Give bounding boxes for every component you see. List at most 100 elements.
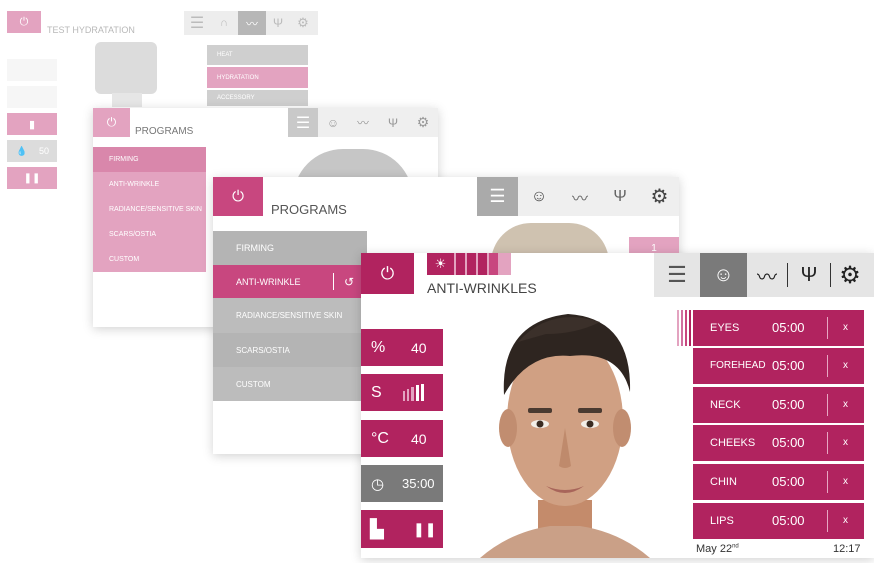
zone-row-cheeks[interactable]: CHEEKS 05:00 x bbox=[693, 425, 864, 461]
toolbar: ☰ ☺ 〰 Ψ ⚙ bbox=[654, 253, 874, 297]
menu-item-custom[interactable]: CUSTOM bbox=[93, 247, 206, 272]
sun-icon: ☀ bbox=[427, 253, 454, 275]
close-icon[interactable]: x bbox=[843, 348, 848, 384]
menu-item-radiance[interactable]: RADIANCE/SENSITIVE SKIN bbox=[213, 298, 367, 333]
percent-icon: % bbox=[371, 338, 386, 356]
menu-item-anti-wrinkle[interactable]: ANTI-WRINKLE bbox=[93, 172, 206, 197]
zone-name: EYES bbox=[710, 322, 740, 334]
close-icon[interactable]: x bbox=[843, 503, 848, 539]
zone-time: 05:00 bbox=[772, 397, 805, 412]
menu-icon[interactable]: ☰ bbox=[184, 11, 210, 35]
clock-label: 12:17 bbox=[833, 543, 861, 555]
timer-value: 35:00 bbox=[402, 476, 435, 491]
gear-icon[interactable]: ⚙ bbox=[290, 11, 316, 35]
bar-segment bbox=[456, 253, 465, 275]
undo-icon[interactable]: ↺ bbox=[344, 275, 354, 289]
usb-icon[interactable]: Ψ bbox=[600, 177, 640, 216]
pause-button[interactable]: ❚❚ bbox=[7, 167, 57, 189]
page-title: PROGRAMS bbox=[271, 202, 347, 217]
close-icon[interactable]: x bbox=[843, 387, 848, 423]
face-icon[interactable]: ☺ bbox=[700, 253, 747, 297]
menu-icon[interactable]: ☰ bbox=[288, 108, 318, 137]
zone-time: 05:00 bbox=[772, 320, 805, 335]
zone-name: FOREHEAD bbox=[710, 360, 766, 371]
temperature-value: 40 bbox=[411, 430, 427, 447]
menu-item-heat[interactable]: HEAT bbox=[207, 45, 308, 65]
zone-row-eyes[interactable]: EYES 05:00 x bbox=[693, 310, 864, 346]
menu-item-radiance[interactable]: RADIANCE/SENSITIVE SKIN bbox=[93, 197, 206, 222]
menu-item-firming[interactable]: FIRMING bbox=[213, 231, 367, 265]
zone-time: 05:00 bbox=[772, 513, 805, 528]
power-button[interactable]: ⏻ bbox=[213, 177, 263, 216]
menu-item-custom[interactable]: CUSTOM bbox=[213, 367, 367, 401]
zone-row-lips[interactable]: LIPS 05:00 x bbox=[693, 503, 864, 539]
face-icon[interactable]: ☺ bbox=[318, 108, 348, 137]
gear-icon[interactable]: ⚙ bbox=[831, 253, 869, 297]
menu-item-anti-wrinkle[interactable]: ANTI-WRINKLE ↺ bbox=[213, 265, 367, 298]
face-icon[interactable]: ∩ bbox=[210, 11, 238, 35]
zone-name: NECK bbox=[710, 399, 741, 411]
timer-control[interactable]: ◷ 35:00 bbox=[361, 465, 443, 502]
power-button[interactable]: ⏻ bbox=[361, 253, 414, 294]
scroll-indicator[interactable] bbox=[677, 310, 692, 346]
menu-icon[interactable]: ☰ bbox=[477, 177, 518, 216]
clock-icon: ◷ bbox=[371, 475, 385, 493]
usb-icon[interactable]: Ψ bbox=[378, 108, 408, 137]
drop-icon: 💧 bbox=[16, 145, 28, 156]
level-control[interactable]: 💧 50 bbox=[7, 140, 57, 162]
accessory-button[interactable]: ▮ bbox=[7, 113, 57, 135]
zone-name: LIPS bbox=[710, 515, 734, 527]
power-button[interactable]: ⏻ bbox=[93, 108, 130, 137]
temperature-icon: °C bbox=[371, 429, 389, 447]
speed-control[interactable]: S bbox=[361, 374, 443, 411]
page-title: PROGRAMS bbox=[135, 126, 194, 137]
pause-button[interactable]: ❚❚ bbox=[413, 521, 436, 538]
menu-item-hydratation[interactable]: HYDRATATION bbox=[207, 67, 308, 88]
pulse-icon[interactable]: 〰 bbox=[348, 108, 378, 137]
percent-value: 40 bbox=[411, 339, 427, 356]
percent-control[interactable]: % 40 bbox=[361, 329, 443, 366]
zone-row-chin[interactable]: CHIN 05:00 x bbox=[693, 464, 864, 500]
temperature-control[interactable]: °C 40 bbox=[361, 420, 443, 457]
power-button[interactable]: ⏻ bbox=[7, 11, 41, 33]
divider bbox=[827, 432, 828, 454]
bar-segment bbox=[478, 253, 487, 275]
field[interactable] bbox=[7, 86, 57, 108]
close-icon[interactable]: x bbox=[843, 425, 848, 461]
menu-item-firming[interactable]: FIRMING bbox=[93, 147, 206, 172]
device-controls: ▙ ❚❚ bbox=[361, 510, 443, 548]
close-icon[interactable]: x bbox=[843, 464, 848, 500]
menu-item-accessory[interactable]: ACCESSORY bbox=[207, 90, 308, 106]
menu-icon[interactable]: ☰ bbox=[654, 253, 700, 297]
intensity-bar[interactable]: ☀ bbox=[427, 253, 511, 275]
zone-row-neck[interactable]: NECK 05:00 x bbox=[693, 387, 864, 423]
gear-icon[interactable]: ⚙ bbox=[408, 108, 438, 137]
divider bbox=[827, 471, 828, 493]
bar-segment bbox=[500, 253, 511, 275]
face-icon[interactable]: ☺ bbox=[518, 177, 560, 216]
page-title: TEST HYDRATATION bbox=[47, 25, 135, 35]
pulse-icon[interactable]: 〰 bbox=[560, 177, 600, 216]
close-icon[interactable]: x bbox=[843, 310, 848, 346]
program-menu: FIRMING ANTI-WRINKLE ↺ RADIANCE/SENSITIV… bbox=[213, 231, 367, 401]
menu-item-scars[interactable]: SCARS/OSTIA bbox=[93, 222, 206, 247]
portrait-image bbox=[480, 300, 650, 558]
date-suffix: nd bbox=[732, 543, 739, 550]
divider bbox=[827, 510, 828, 532]
field[interactable] bbox=[7, 59, 57, 81]
divider bbox=[333, 273, 334, 290]
usb-icon[interactable]: Ψ bbox=[266, 11, 290, 35]
device-image bbox=[95, 42, 157, 94]
gear-icon[interactable]: ⚙ bbox=[640, 177, 679, 216]
bar-segment bbox=[489, 253, 498, 275]
toolbar: ☰ ∩ 〰 Ψ ⚙ bbox=[184, 11, 318, 35]
pulse-icon[interactable]: 〰 bbox=[747, 253, 787, 297]
pulse-icon[interactable]: 〰 bbox=[238, 11, 266, 35]
menu-item-scars[interactable]: SCARS/OSTIA bbox=[213, 333, 367, 367]
usb-icon[interactable]: Ψ bbox=[788, 253, 830, 297]
menu-item-label: ANTI-WRINKLE bbox=[236, 276, 301, 287]
handpiece-button[interactable]: ▙ bbox=[370, 519, 384, 540]
zone-time: 05:00 bbox=[772, 474, 805, 489]
zone-row-forehead[interactable]: FOREHEAD 05:00 x bbox=[693, 348, 864, 384]
level-value: 50 bbox=[39, 146, 50, 156]
